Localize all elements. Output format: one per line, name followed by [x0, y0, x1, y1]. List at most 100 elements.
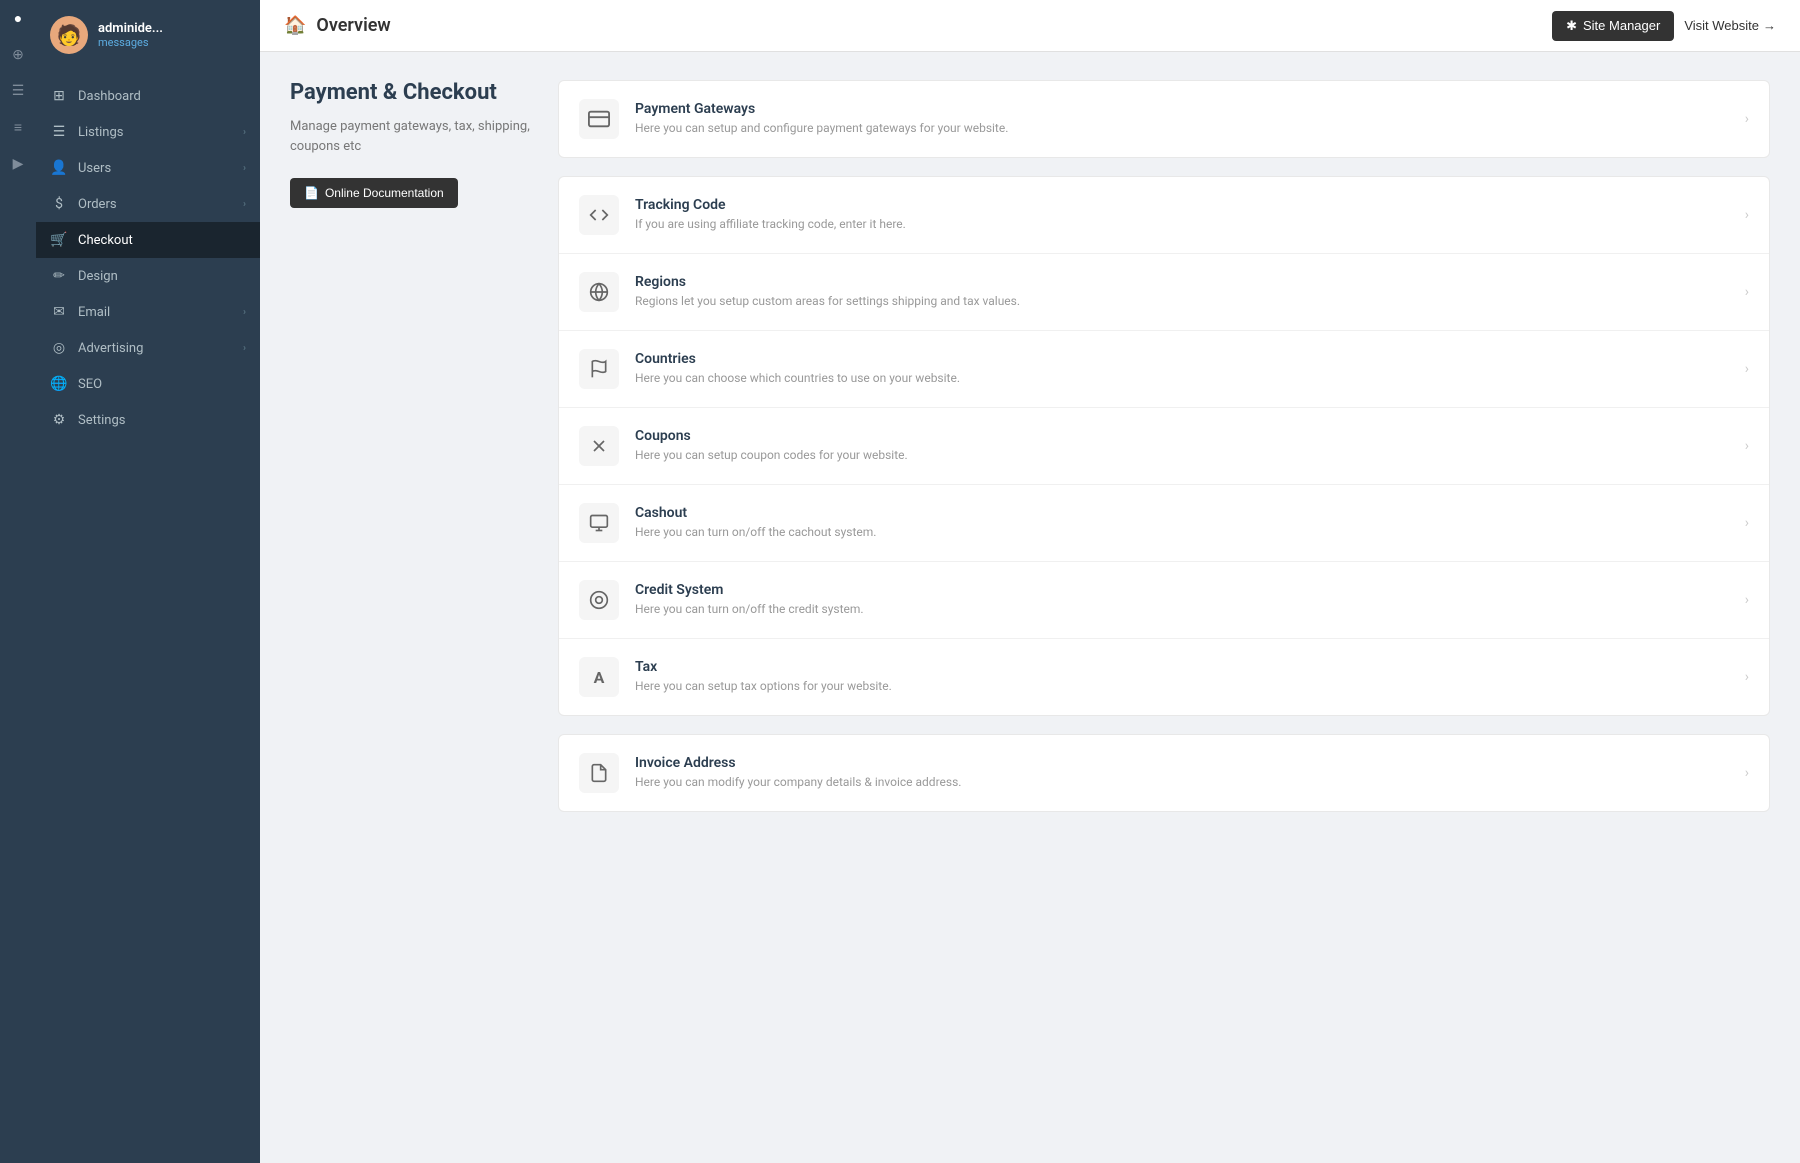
- coupons-desc: Here you can setup coupon codes for your…: [635, 447, 1729, 464]
- sidebar-item-advertising[interactable]: ◎ Advertising ›: [36, 330, 260, 366]
- chevron-right-icon: ›: [1745, 284, 1749, 300]
- payment-gateways-icon: [579, 99, 619, 139]
- online-documentation-button[interactable]: 📄 Online Documentation: [290, 178, 458, 208]
- regions-text: Regions Regions let you setup custom are…: [635, 274, 1729, 310]
- chevron-right-icon: ›: [1745, 765, 1749, 781]
- countries-title: Countries: [635, 351, 1729, 367]
- payment-gateways-item[interactable]: Payment Gateways Here you can setup and …: [559, 81, 1769, 157]
- invoice-address-item[interactable]: Invoice Address Here you can modify your…: [559, 735, 1769, 811]
- invoice-address-icon: [579, 753, 619, 793]
- cashout-desc: Here you can turn on/off the cachout sys…: [635, 524, 1729, 541]
- site-manager-label: Site Manager: [1583, 18, 1660, 33]
- payment-gateways-card: Payment Gateways Here you can setup and …: [558, 80, 1770, 158]
- credit-system-desc: Here you can turn on/off the credit syst…: [635, 601, 1729, 618]
- chevron-right-icon: ›: [1745, 592, 1749, 608]
- advertising-icon: ◎: [50, 340, 68, 356]
- chevron-right-icon: ›: [243, 127, 246, 138]
- regions-item[interactable]: Regions Regions let you setup custom are…: [559, 254, 1769, 331]
- chevron-right-icon: ›: [1745, 111, 1749, 127]
- seo-icon: 🌐: [50, 376, 68, 392]
- credit-system-item[interactable]: Credit System Here you can turn on/off t…: [559, 562, 1769, 639]
- sidebar-item-label: Advertising: [78, 341, 233, 356]
- avatar: 🧑: [50, 16, 88, 54]
- chevron-right-icon: ›: [1745, 361, 1749, 377]
- invoice-address-text: Invoice Address Here you can modify your…: [635, 755, 1729, 791]
- sidebar-nav: ⊞ Dashboard ☰ Listings › 👤 Users › $ Ord…: [36, 70, 260, 1163]
- tracking-code-title: Tracking Code: [635, 197, 1729, 213]
- sidebar-header: 🧑 adminide... messages: [36, 0, 260, 70]
- site-manager-icon: ✱: [1566, 18, 1577, 34]
- sidebar-item-label: Orders: [78, 197, 233, 212]
- sidebar: 🧑 adminide... messages ⊞ Dashboard ☰ Lis…: [36, 0, 260, 1163]
- username: adminide...: [98, 21, 163, 36]
- topbar: 🏠 Overview ✱ Site Manager Visit Website …: [260, 0, 1800, 52]
- checkout-options-card: Tracking Code If you are using affiliate…: [558, 176, 1770, 716]
- chevron-right-icon: ›: [243, 343, 246, 354]
- arrow-right-icon: →: [1763, 18, 1776, 33]
- tracking-code-icon: [579, 195, 619, 235]
- sidebar-item-orders[interactable]: $ Orders ›: [36, 186, 260, 222]
- tax-title: Tax: [635, 659, 1729, 675]
- tax-text: Tax Here you can setup tax options for y…: [635, 659, 1729, 695]
- sidebar-item-listings[interactable]: ☰ Listings ›: [36, 114, 260, 150]
- page-title: Overview: [316, 15, 1542, 36]
- visit-website-label: Visit Website: [1684, 18, 1759, 33]
- dashboard-icon: ⊞: [50, 88, 68, 104]
- credit-system-title: Credit System: [635, 582, 1729, 598]
- cashout-item[interactable]: Cashout Here you can turn on/off the cac…: [559, 485, 1769, 562]
- regions-desc: Regions let you setup custom areas for s…: [635, 293, 1729, 310]
- sidebar-item-label: Dashboard: [78, 89, 246, 104]
- sidebar-item-label: Settings: [78, 413, 246, 428]
- sidebar-item-label: Listings: [78, 125, 233, 140]
- tracking-code-desc: If you are using affiliate tracking code…: [635, 216, 1729, 233]
- sidebar-item-email[interactable]: ✉ Email ›: [36, 294, 260, 330]
- cashout-icon: [579, 503, 619, 543]
- listings-icon: ☰: [50, 124, 68, 140]
- invoice-card: Invoice Address Here you can modify your…: [558, 734, 1770, 812]
- chevron-right-icon: ›: [243, 199, 246, 210]
- checkout-icon: 🛒: [50, 232, 68, 248]
- countries-item[interactable]: Countries Here you can choose which coun…: [559, 331, 1769, 408]
- coupons-icon: [579, 426, 619, 466]
- regions-title: Regions: [635, 274, 1729, 290]
- chevron-right-icon: ›: [1745, 207, 1749, 223]
- sidebar-item-settings[interactable]: ⚙ Settings: [36, 402, 260, 438]
- strip-icon-3[interactable]: ☰: [12, 83, 25, 99]
- tax-icon: A: [579, 657, 619, 697]
- strip-icon-4[interactable]: ≡: [14, 119, 22, 136]
- sidebar-item-seo[interactable]: 🌐 SEO: [36, 366, 260, 402]
- settings-icon: ⚙: [50, 412, 68, 428]
- right-panel: Payment Gateways Here you can setup and …: [558, 80, 1770, 1135]
- home-icon: 🏠: [284, 15, 306, 36]
- coupons-item[interactable]: Coupons Here you can setup coupon codes …: [559, 408, 1769, 485]
- chevron-right-icon: ›: [243, 163, 246, 174]
- messages-label[interactable]: messages: [98, 36, 163, 49]
- users-icon: 👤: [50, 160, 68, 176]
- content-area: Payment & Checkout Manage payment gatewa…: [260, 52, 1800, 1163]
- invoice-address-title: Invoice Address: [635, 755, 1729, 771]
- strip-icon-5[interactable]: ▶: [13, 156, 24, 172]
- coupons-title: Coupons: [635, 428, 1729, 444]
- icon-strip: ● ⊕ ☰ ≡ ▶: [0, 0, 36, 1163]
- tax-item[interactable]: A Tax Here you can setup tax options for…: [559, 639, 1769, 715]
- site-manager-button[interactable]: ✱ Site Manager: [1552, 11, 1674, 41]
- sidebar-item-dashboard[interactable]: ⊞ Dashboard: [36, 78, 260, 114]
- sidebar-item-label: Checkout: [78, 233, 246, 248]
- countries-desc: Here you can choose which countries to u…: [635, 370, 1729, 387]
- sidebar-item-users[interactable]: 👤 Users ›: [36, 150, 260, 186]
- invoice-address-desc: Here you can modify your company details…: [635, 774, 1729, 791]
- main-area: 🏠 Overview ✱ Site Manager Visit Website …: [260, 0, 1800, 1163]
- sidebar-item-label: Email: [78, 305, 233, 320]
- visit-website-button[interactable]: Visit Website →: [1684, 18, 1776, 33]
- sidebar-item-design[interactable]: ✏ Design: [36, 258, 260, 294]
- chevron-right-icon: ›: [1745, 515, 1749, 531]
- email-icon: ✉: [50, 304, 68, 320]
- tracking-code-item[interactable]: Tracking Code If you are using affiliate…: [559, 177, 1769, 254]
- tax-desc: Here you can setup tax options for your …: [635, 678, 1729, 695]
- sidebar-item-checkout[interactable]: 🛒 Checkout: [36, 222, 260, 258]
- strip-icon-1[interactable]: ●: [14, 10, 22, 27]
- strip-icon-2[interactable]: ⊕: [12, 47, 24, 63]
- cashout-title: Cashout: [635, 505, 1729, 521]
- chevron-right-icon: ›: [1745, 669, 1749, 685]
- design-icon: ✏: [50, 268, 68, 284]
